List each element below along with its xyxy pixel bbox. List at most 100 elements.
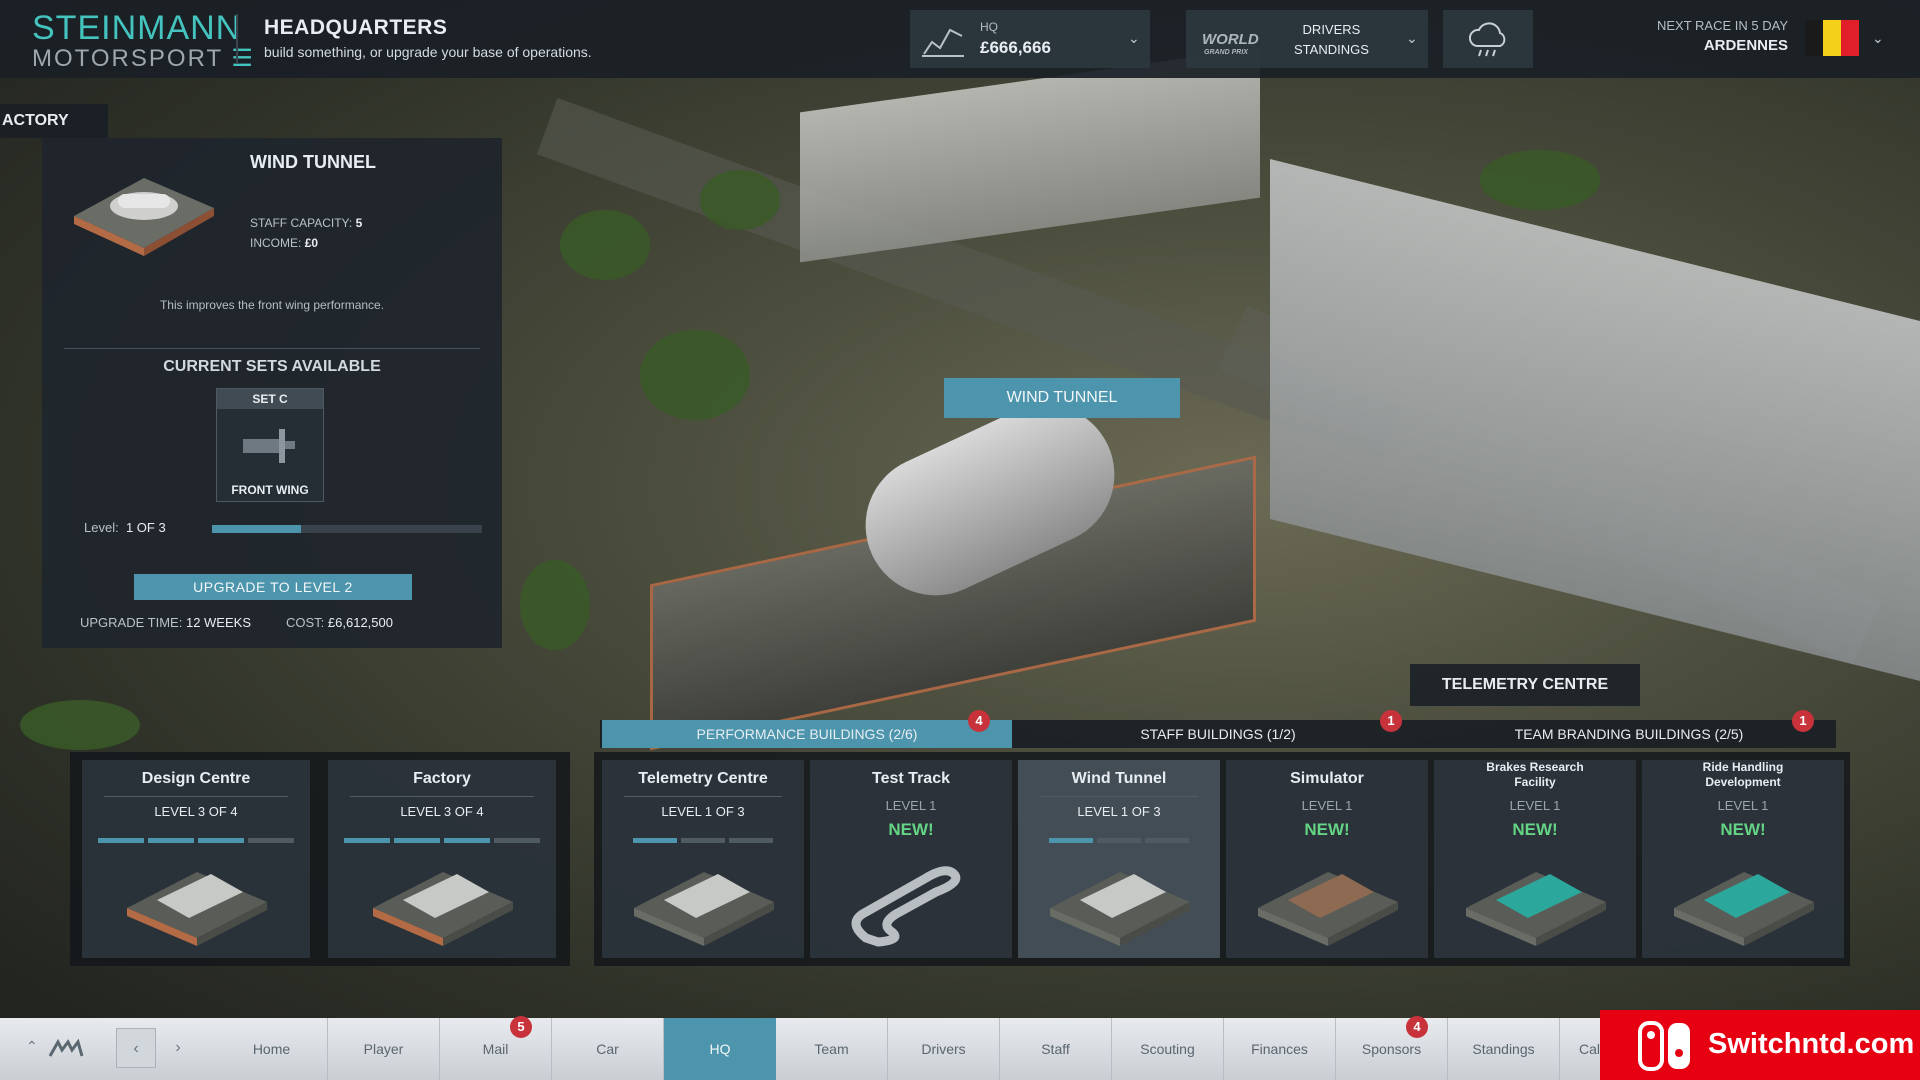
nav-item-label: Staff bbox=[1041, 1041, 1070, 1057]
building-card[interactable]: Factory LEVEL 3 OF 4 bbox=[328, 760, 556, 958]
level-progress-bar bbox=[212, 525, 482, 533]
building-card[interactable]: Wind Tunnel LEVEL 1 OF 3 bbox=[1018, 760, 1220, 958]
finance-value: £666,666 bbox=[980, 38, 1051, 57]
level-segment bbox=[1145, 838, 1189, 843]
tab-team-branding-buildings[interactable]: TEAM BRANDING BUILDINGS (2/5) bbox=[1424, 720, 1834, 748]
upgrade-button[interactable]: UPGRADE TO LEVEL 2 bbox=[134, 574, 412, 600]
level-segment bbox=[494, 838, 540, 843]
building-level: LEVEL 1 OF 3 bbox=[1077, 804, 1161, 819]
income-label: INCOME: bbox=[250, 236, 302, 250]
divider bbox=[236, 14, 238, 64]
level-segments bbox=[98, 838, 294, 843]
standings-line2: STANDINGS bbox=[1294, 42, 1369, 57]
building-level: LEVEL 3 OF 4 bbox=[154, 804, 238, 819]
building-level: LEVEL 1 bbox=[1717, 798, 1769, 813]
divider bbox=[104, 796, 288, 797]
level-segment bbox=[98, 838, 144, 843]
nav-item-home[interactable]: Home bbox=[216, 1018, 328, 1080]
wind-tunnel-map-label[interactable]: WIND TUNNEL bbox=[944, 378, 1180, 418]
divider bbox=[1040, 796, 1198, 797]
building-card[interactable]: Telemetry Centre LEVEL 1 OF 3 bbox=[602, 760, 804, 958]
nav-item-label: Home bbox=[252, 1041, 291, 1057]
nav-item-player[interactable]: Player bbox=[328, 1018, 440, 1080]
back-arrow-button[interactable]: ‹ bbox=[116, 1028, 156, 1068]
factory-tab-label: ACTORY bbox=[0, 104, 108, 138]
building-card[interactable]: Ride Handling Development LEVEL 1 NEW! bbox=[1642, 760, 1844, 958]
next-race-info: NEXT RACE IN 5 DAY ARDENNES bbox=[1570, 18, 1788, 54]
chevron-down-icon: ⌄ bbox=[1406, 30, 1418, 46]
finance-dropdown[interactable]: HQ £666,666 ⌄ bbox=[910, 10, 1150, 68]
set-name: SET C bbox=[217, 389, 323, 409]
level-indicator: Level: 1 OF 3 bbox=[84, 520, 166, 535]
telemetry-centre-map-label[interactable]: TELEMETRY CENTRE bbox=[1410, 664, 1640, 706]
building-card[interactable]: Test Track LEVEL 1 NEW! bbox=[810, 760, 1012, 958]
nav-item-label: Standings bbox=[1472, 1041, 1535, 1057]
nav-item-drivers[interactable]: Drivers bbox=[888, 1018, 1000, 1080]
next-race-label: NEXT RACE IN 5 DAY bbox=[1657, 18, 1788, 33]
nav-item-car[interactable]: Car bbox=[552, 1018, 664, 1080]
tree bbox=[640, 330, 750, 420]
nav-item-label: Drivers bbox=[921, 1041, 966, 1057]
building-name: Factory bbox=[413, 770, 471, 787]
building-icon bbox=[121, 852, 271, 948]
sets-heading: CURRENT SETS AVAILABLE bbox=[163, 358, 381, 375]
nav-item-mail[interactable]: Mail bbox=[440, 1018, 552, 1080]
watermark-text: Switchntd.com bbox=[1708, 1028, 1915, 1060]
nav-item-finances[interactable]: Finances bbox=[1224, 1018, 1336, 1080]
nav-item-staff[interactable]: Staff bbox=[1000, 1018, 1112, 1080]
weather-button[interactable] bbox=[1443, 10, 1533, 68]
new-badge: NEW! bbox=[1512, 820, 1558, 839]
building-name: Design Centre bbox=[141, 770, 251, 787]
finance-label: HQ bbox=[980, 20, 998, 34]
brand-name: STEINMANN bbox=[32, 9, 242, 47]
upgrade-cost: COST: £6,612,500 bbox=[286, 615, 393, 630]
brand-subname: MOTORSPORT ☰ bbox=[32, 46, 255, 72]
tree bbox=[520, 560, 590, 650]
belgium-flag-icon bbox=[1805, 20, 1859, 56]
set-card[interactable]: SET C FRONT WING bbox=[216, 388, 324, 502]
tree bbox=[1480, 150, 1600, 210]
nav-item-scouting[interactable]: Scouting bbox=[1112, 1018, 1224, 1080]
nav-item-sponsors[interactable]: Sponsors bbox=[1336, 1018, 1448, 1080]
forward-arrow-button[interactable]: › bbox=[158, 1028, 198, 1068]
office-building[interactable] bbox=[800, 47, 1260, 263]
cost-label: COST: bbox=[286, 615, 325, 630]
building-title: WIND TUNNEL bbox=[250, 152, 376, 172]
building-level: LEVEL 1 bbox=[885, 798, 937, 813]
nav-item-label: Player bbox=[363, 1041, 404, 1057]
nav-item-standings[interactable]: Standings bbox=[1448, 1018, 1560, 1080]
building-icon bbox=[367, 852, 517, 948]
upgrade-time: UPGRADE TIME: 12 WEEKS bbox=[80, 615, 251, 630]
level-value: 1 OF 3 bbox=[125, 520, 166, 535]
tab-performance-buildings[interactable]: PERFORMANCE BUILDINGS (2/6) bbox=[602, 720, 1012, 748]
standings-dropdown[interactable]: WORLD GRAND PRIX DRIVERS STANDINGS ⌄ bbox=[1186, 10, 1428, 68]
watermark: Switchntd.com bbox=[1600, 1010, 1920, 1080]
page-subtitle: build something, or upgrade your base of… bbox=[264, 44, 592, 60]
building-name: Telemetry Centre bbox=[638, 770, 768, 787]
divider bbox=[350, 796, 534, 797]
level-segments bbox=[633, 838, 773, 843]
level-segment bbox=[248, 838, 294, 843]
building-card[interactable]: Design Centre LEVEL 3 OF 4 bbox=[82, 760, 310, 958]
nav-item-team[interactable]: Team bbox=[776, 1018, 888, 1080]
building-card[interactable]: Simulator LEVEL 1 NEW! bbox=[1226, 760, 1428, 958]
level-segment bbox=[344, 838, 390, 843]
factory-building[interactable] bbox=[1270, 158, 1920, 682]
top-bar: STEINMANN MOTORSPORT ☰ HEADQUARTERS buil… bbox=[0, 0, 1920, 78]
chevron-down-icon[interactable]: ⌄ bbox=[1872, 30, 1884, 47]
tree bbox=[20, 700, 140, 750]
chevron-up-icon[interactable]: ⌃ bbox=[26, 1038, 38, 1055]
building-card[interactable]: Brakes Research Facility LEVEL 1 NEW! bbox=[1434, 760, 1636, 958]
nav-item-label: Sponsors bbox=[1361, 1041, 1422, 1057]
level-segment bbox=[394, 838, 440, 843]
building-icon bbox=[1044, 852, 1194, 948]
next-race-location: ARDENNES bbox=[1703, 37, 1788, 54]
nav-item-hq[interactable]: HQ bbox=[664, 1018, 776, 1080]
notification-badge: 5 bbox=[510, 1016, 532, 1038]
nav-item-label: HQ bbox=[709, 1041, 731, 1057]
level-progress-fill bbox=[212, 525, 302, 533]
rain-cloud-icon bbox=[1468, 22, 1506, 57]
tab-staff-buildings[interactable]: STAFF BUILDINGS (1/2) bbox=[1012, 720, 1424, 748]
building-level: LEVEL 1 OF 3 bbox=[661, 804, 745, 819]
series-logo: WORLD GRAND PRIX bbox=[1198, 20, 1260, 58]
